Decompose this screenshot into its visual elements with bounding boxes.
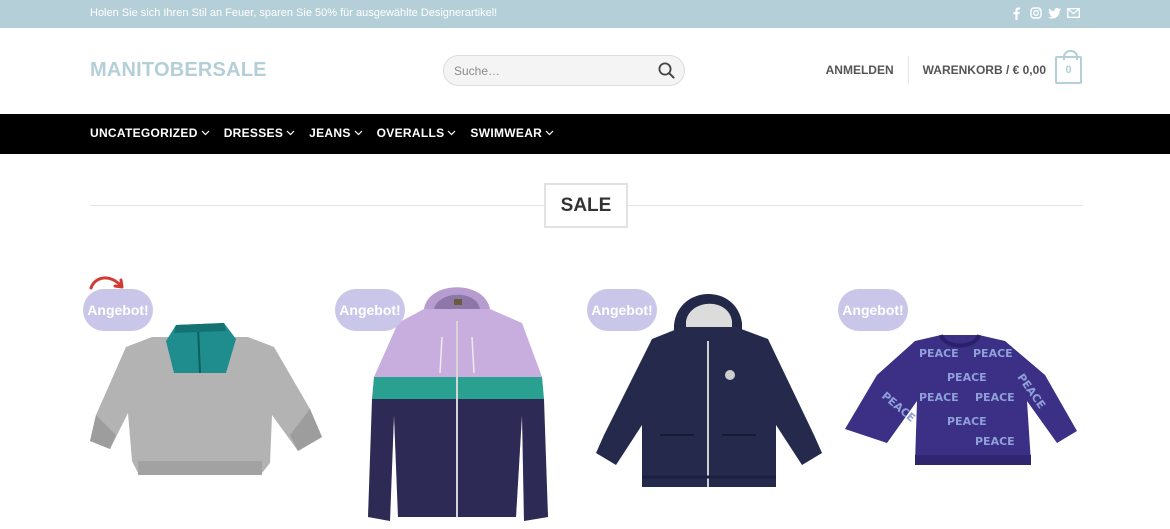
svg-text:PEACE: PEACE: [975, 391, 1015, 404]
svg-text:PEACE: PEACE: [975, 435, 1015, 448]
search-icon[interactable]: [658, 62, 675, 84]
nav-item-label: OVERALLS: [376, 126, 445, 140]
social-links: [1010, 6, 1080, 20]
product-card[interactable]: Angebot!: [83, 265, 326, 529]
sale-badge: Angebot!: [587, 289, 657, 331]
svg-text:PEACE: PEACE: [919, 347, 959, 360]
search-box: [443, 55, 685, 86]
main-navigation: UNCATEGORIZED DRESSES JEANS OVERALLS SWI…: [0, 114, 1170, 154]
nav-item-label: UNCATEGORIZED: [90, 126, 198, 140]
search-input[interactable]: [454, 62, 644, 80]
nav-item-dresses[interactable]: DRESSES: [224, 126, 295, 140]
chevron-down-icon: [286, 130, 295, 136]
nav-item-label: JEANS: [309, 126, 351, 140]
facebook-icon[interactable]: [1010, 6, 1023, 20]
section-title: SALE: [544, 183, 628, 228]
sale-badge: Angebot!: [838, 289, 908, 331]
nav-item-jeans[interactable]: JEANS: [309, 126, 363, 140]
chevron-down-icon: [201, 130, 210, 136]
product-card[interactable]: Angebot!: [335, 265, 578, 529]
chevron-down-icon: [447, 130, 456, 136]
site-logo[interactable]: MANITOBERSALE: [90, 59, 267, 82]
sale-badge: Angebot!: [83, 289, 153, 331]
svg-text:PEACE: PEACE: [947, 415, 987, 428]
svg-text:PEACE: PEACE: [973, 347, 1013, 360]
cart-count: 0: [1065, 64, 1072, 76]
nav-item-label: DRESSES: [223, 126, 284, 140]
nav-item-label: SWIMWEAR: [470, 126, 543, 140]
svg-text:PEACE: PEACE: [947, 371, 987, 384]
nav-item-overalls[interactable]: OVERALLS: [377, 126, 457, 140]
svg-text:PEACE: PEACE: [919, 391, 959, 404]
promo-text: Holen Sie sich Ihren Stil an Feuer, spar…: [90, 7, 498, 19]
chevron-down-icon: [545, 130, 554, 136]
site-header: MANITOBERSALE ANMELDEN WARENKORB / € 0,0…: [0, 28, 1170, 114]
nav-item-uncategorized[interactable]: UNCATEGORIZED: [90, 126, 210, 140]
sale-badge: Angebot!: [335, 289, 405, 331]
top-bar: Holen Sie sich Ihren Stil an Feuer, spar…: [0, 0, 1170, 28]
cart-link[interactable]: WARENKORB / € 0,00: [909, 63, 1055, 77]
login-link[interactable]: ANMELDEN: [826, 63, 908, 77]
product-card[interactable]: PEACE PEACE PEACE PEACE PEACE PEACE PEAC…: [838, 265, 1081, 529]
twitter-icon[interactable]: [1048, 6, 1061, 20]
envelope-icon[interactable]: [1067, 6, 1080, 20]
cart-icon[interactable]: 0: [1055, 50, 1082, 84]
nav-item-swimwear[interactable]: SWIMWEAR: [470, 126, 554, 140]
account-nav: ANMELDEN WARENKORB / € 0,00 0: [826, 50, 1082, 88]
product-card[interactable]: Angebot!: [587, 265, 830, 529]
chevron-down-icon: [354, 130, 363, 136]
instagram-icon[interactable]: [1029, 6, 1042, 20]
